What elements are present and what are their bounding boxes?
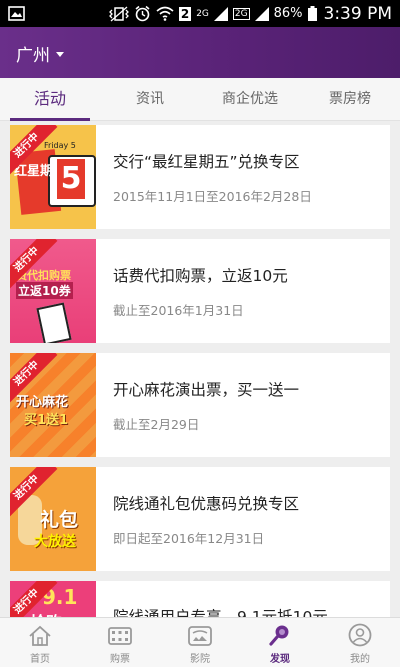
promo-card[interactable]: 开心麻花 买1送1 进行中 开心麻花演出票，买一送一 截止至2月29日 (10, 353, 390, 457)
promo-image-subtext: 抢购 (30, 609, 62, 617)
film-icon (108, 627, 132, 645)
promo-card[interactable]: 礼包 大放送 进行中 院线通礼包优惠码兑换专区 即日起至2016年12月31日 (10, 467, 390, 571)
wifi-icon (156, 6, 174, 21)
promo-date: 截止至2016年1月31日 (113, 302, 244, 318)
promo-date: 即日起至2016年12月31日 (113, 530, 265, 546)
clock: 3:39 PM (323, 3, 393, 24)
promo-date: 2015年11月1日至2016年2月28日 (113, 188, 312, 204)
battery-icon (307, 6, 317, 21)
profile-icon (348, 623, 372, 647)
app-header: 广州 (0, 27, 400, 78)
nav-profile-label: 我的 (350, 654, 370, 665)
nav-tickets-label: 购票 (110, 654, 130, 665)
promo-image-text: 红星期 (14, 164, 54, 179)
signal-icon (213, 6, 228, 21)
promo-image-subtext: Friday 5 (44, 141, 76, 150)
promo-image-subtext: 买1送1 (24, 413, 69, 428)
home-icon (29, 625, 51, 646)
promo-thumbnail: 费代扣购票 立返10券 进行中 (10, 239, 96, 343)
discover-icon (269, 625, 289, 646)
promo-title: 话费代扣购票，立返10元 (113, 266, 288, 285)
promo-thumbnail: 开心麻花 买1送1 进行中 (10, 353, 96, 457)
promo-thumbnail: 9.1 抢购 进行中 (10, 581, 96, 617)
promo-thumbnail: 5 红星期 Friday 5 进行中 (10, 125, 96, 229)
promo-date: 截止至2月29日 (113, 416, 200, 432)
bottom-nav: 首页 购票 影院 发现 我的 (0, 617, 400, 667)
promo-image-text: 礼包 (40, 509, 79, 531)
vibrate-icon (108, 6, 129, 21)
signal-icon-2 (254, 6, 269, 21)
nav-discover-label: 发现 (270, 654, 290, 665)
promo-card[interactable]: 5 红星期 Friday 5 进行中 交行“最红星期五”兑换专区 2015年11… (10, 125, 390, 229)
promo-thumbnail: 礼包 大放送 进行中 (10, 467, 96, 571)
promo-card[interactable]: 费代扣购票 立返10券 进行中 话费代扣购票，立返10元 截止至2016年1月3… (10, 239, 390, 343)
nav-cinemas[interactable]: 影院 (160, 618, 240, 667)
tab-box-office[interactable]: 票房榜 (300, 78, 400, 120)
promo-image-subtext: 大放送 (34, 534, 76, 550)
battery-percent: 86% (273, 6, 303, 21)
city-selector[interactable]: 广州 (16, 41, 64, 66)
nav-home[interactable]: 首页 (0, 618, 80, 667)
network-type-2: 2G (232, 7, 250, 20)
gallery-notification-icon (8, 6, 25, 21)
nav-discover[interactable]: 发现 (240, 618, 320, 667)
category-tabs: 活动 资讯 商企优选 票房榜 (0, 78, 400, 121)
promo-card[interactable]: 9.1 抢购 进行中 院线通用户专享，9.1元抵10元 (10, 581, 390, 617)
tab-news[interactable]: 资讯 (100, 78, 200, 120)
nav-home-label: 首页 (30, 654, 50, 665)
tab-activities[interactable]: 活动 (0, 78, 100, 121)
promo-title: 院线通礼包优惠码兑换专区 (113, 494, 300, 513)
tab-business-picks[interactable]: 商企优选 (200, 78, 300, 120)
caret-down-icon (56, 52, 64, 57)
network-type-1: 2G (196, 8, 209, 19)
nav-cinemas-label: 影院 (190, 654, 210, 665)
status-bar: 2 2G 2G 86% 3:39 PM (0, 0, 400, 27)
promo-title: 院线通用户专享，9.1元抵10元 (113, 608, 328, 617)
alarm-icon (135, 5, 150, 22)
nav-tickets[interactable]: 购票 (80, 618, 160, 667)
promo-list[interactable]: 5 红星期 Friday 5 进行中 交行“最红星期五”兑换专区 2015年11… (0, 121, 400, 617)
promo-image-subtext: 立返10券 (16, 282, 73, 299)
promo-title: 交行“最红星期五”兑换专区 (113, 152, 300, 171)
promo-title: 开心麻花演出票，买一送一 (113, 380, 300, 399)
sim-slot-badge: 2 (178, 6, 192, 21)
nav-profile[interactable]: 我的 (320, 618, 400, 667)
cinema-icon (188, 626, 212, 646)
promo-image-text: 开心麻花 (16, 395, 69, 410)
city-name: 广州 (16, 46, 50, 66)
